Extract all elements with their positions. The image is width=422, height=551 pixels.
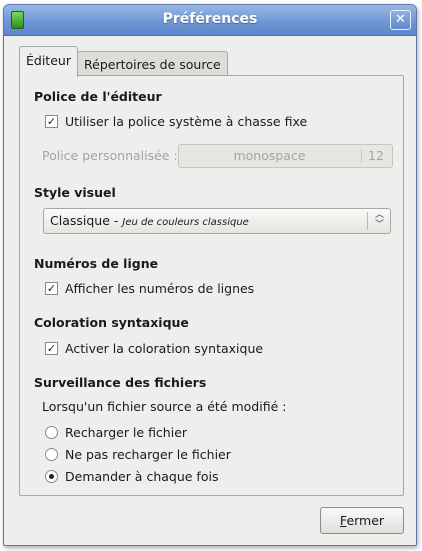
scheme-name: Classique [50,213,110,228]
checkmark-icon: ✓ [45,115,58,128]
radio-ask-each-time[interactable]: Demander à chaque fois [45,469,218,484]
syntax-section-title: Coloration syntaxique [34,315,189,330]
show-line-numbers-checkbox[interactable]: ✓ Afficher les numéros de lignes [45,281,254,296]
close-icon: ✕ [395,12,406,27]
window-title: Préférences [162,11,258,27]
custom-font-label: Police personnalisée : [42,148,178,163]
monitor-section-title: Surveillance des fichiers [34,375,207,390]
radio-button-icon [45,448,58,461]
radio-reload-file[interactable]: Recharger le fichier [45,425,187,440]
titlebar[interactable]: Préférences ✕ [4,5,416,36]
scheme-separator: - [109,213,123,228]
style-section-title: Style visuel [34,185,116,200]
radio-no-reload-label: Ne pas recharger le fichier [65,447,231,462]
editor-panel: Police de l'éditeur ✓ Utiliser la police… [19,75,404,496]
updown-arrows-icon: ︿ ﹀ [374,210,384,230]
font-size: 12 [368,148,384,163]
color-scheme-combo[interactable]: Classique - Jeu de couleurs classique ︿ ﹀ [43,208,391,234]
radio-do-not-reload[interactable]: Ne pas recharger le fichier [45,447,231,462]
radio-button-selected-icon [45,470,58,483]
close-label-rest: ermer [346,513,385,528]
radio-ask-label: Demander à chaque fois [65,469,219,484]
show-line-numbers-label: Afficher les numéros de lignes [65,281,255,296]
enable-syntax-checkbox[interactable]: ✓ Activer la coloration syntaxique [45,341,263,356]
close-window-button[interactable]: ✕ [390,10,411,30]
monitor-description: Lorsqu'un fichier source a été modifié : [42,399,287,414]
font-button-separator [361,149,362,163]
scheme-description: Jeu de couleurs classique [122,217,249,228]
font-section-title: Police de l'éditeur [34,89,162,104]
close-button[interactable]: Fermer [320,507,404,534]
radio-button-icon [45,426,58,439]
line-numbers-section-title: Numéros de ligne [34,256,159,271]
combo-separator [367,212,368,230]
use-system-font-checkbox[interactable]: ✓ Utiliser la police système à chasse fi… [45,114,307,129]
checkmark-icon: ✓ [45,282,58,295]
checkmark-icon: ✓ [45,342,58,355]
radio-reload-label: Recharger le fichier [65,425,188,440]
font-name: monospace [233,148,306,163]
use-system-font-label: Utiliser la police système à chasse fixe [65,114,308,129]
font-picker-button[interactable]: monospace 12 [178,144,393,168]
enable-syntax-label: Activer la coloration syntaxique [65,341,264,356]
tab-source-directories[interactable]: Répertoires de source [77,51,228,76]
preferences-window: Préférences ✕ Éditeur Répertoires de sou… [3,4,417,546]
tab-editor[interactable]: Éditeur [19,46,78,77]
